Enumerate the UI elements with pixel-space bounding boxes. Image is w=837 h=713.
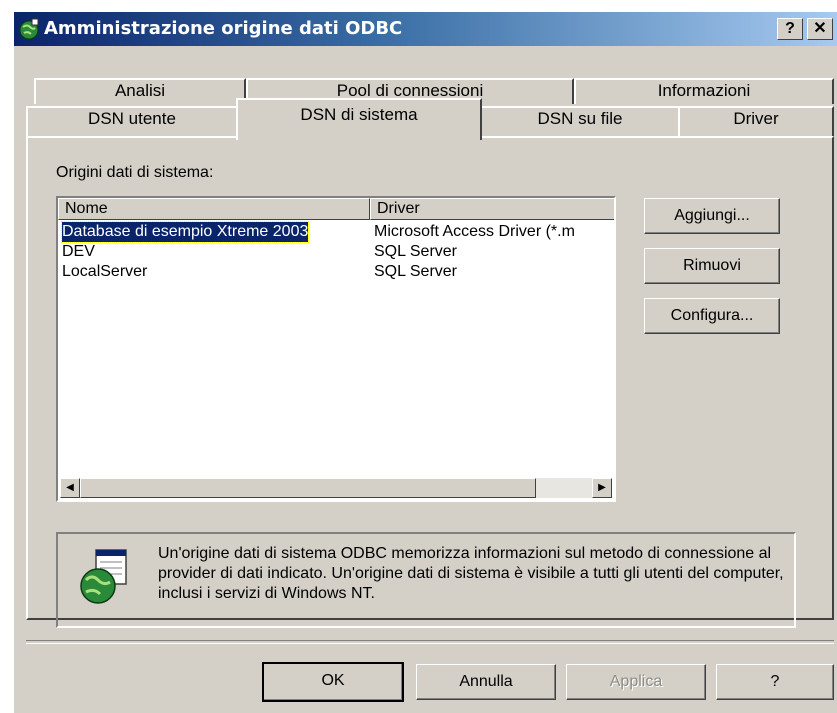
- list-item-driver[interactable]: SQL Server: [374, 242, 457, 262]
- system-dsn-list[interactable]: Nome Driver Database di esempio Xtreme 2…: [56, 196, 616, 502]
- apply-button[interactable]: Applica: [566, 664, 706, 700]
- list-item-name[interactable]: LocalServer: [62, 262, 147, 282]
- tab-dsn-utente[interactable]: DSN utente: [26, 106, 238, 136]
- list-label: Origini dati di sistema:: [56, 164, 214, 181]
- odbc-dialog: Amministrazione origine dati ODBC ? ✕ An…: [12, 10, 837, 713]
- help-title-button[interactable]: ?: [777, 18, 803, 40]
- close-button[interactable]: ✕: [807, 18, 833, 40]
- remove-button[interactable]: Rimuovi: [644, 248, 780, 284]
- horizontal-scrollbar[interactable]: ◀ ▶: [60, 478, 612, 498]
- list-item-name[interactable]: Database di esempio Xtreme 2003: [60, 221, 310, 243]
- tab-driver[interactable]: Driver: [678, 106, 834, 136]
- footer-separator: [26, 640, 834, 644]
- cancel-button[interactable]: Annulla: [416, 664, 556, 700]
- scroll-right-arrow-icon[interactable]: ▶: [592, 478, 612, 498]
- tab-analisi[interactable]: Analisi: [34, 78, 246, 104]
- info-text: Un'origine dati di sistema ODBC memorizz…: [158, 545, 784, 602]
- add-button[interactable]: Aggiungi...: [644, 198, 780, 234]
- list-item-driver[interactable]: SQL Server: [374, 262, 457, 282]
- help-button[interactable]: ?: [716, 664, 834, 700]
- title-bar[interactable]: Amministrazione origine dati ODBC ? ✕: [14, 12, 837, 46]
- tab-informazioni[interactable]: Informazioni: [574, 78, 834, 104]
- list-item-name[interactable]: DEV: [62, 242, 95, 262]
- list-item-driver[interactable]: Microsoft Access Driver (*.m: [374, 222, 575, 242]
- odbc-globe-icon: [19, 18, 39, 40]
- ok-button[interactable]: OK: [262, 662, 404, 702]
- odbc-datasource-icon: [80, 549, 127, 604]
- window-title: Amministrazione origine dati ODBC: [44, 18, 403, 39]
- tab-dsn-file[interactable]: DSN su file: [480, 106, 680, 136]
- scroll-left-arrow-icon[interactable]: ◀: [60, 478, 80, 498]
- tab-dsn-sistema[interactable]: DSN di sistema: [236, 98, 482, 140]
- column-header-driver[interactable]: Driver: [370, 198, 614, 220]
- info-box: Un'origine dati di sistema ODBC memorizz…: [56, 532, 796, 628]
- column-header-nome[interactable]: Nome: [58, 198, 370, 220]
- scroll-thumb[interactable]: [80, 478, 536, 498]
- configure-button[interactable]: Configura...: [644, 298, 780, 334]
